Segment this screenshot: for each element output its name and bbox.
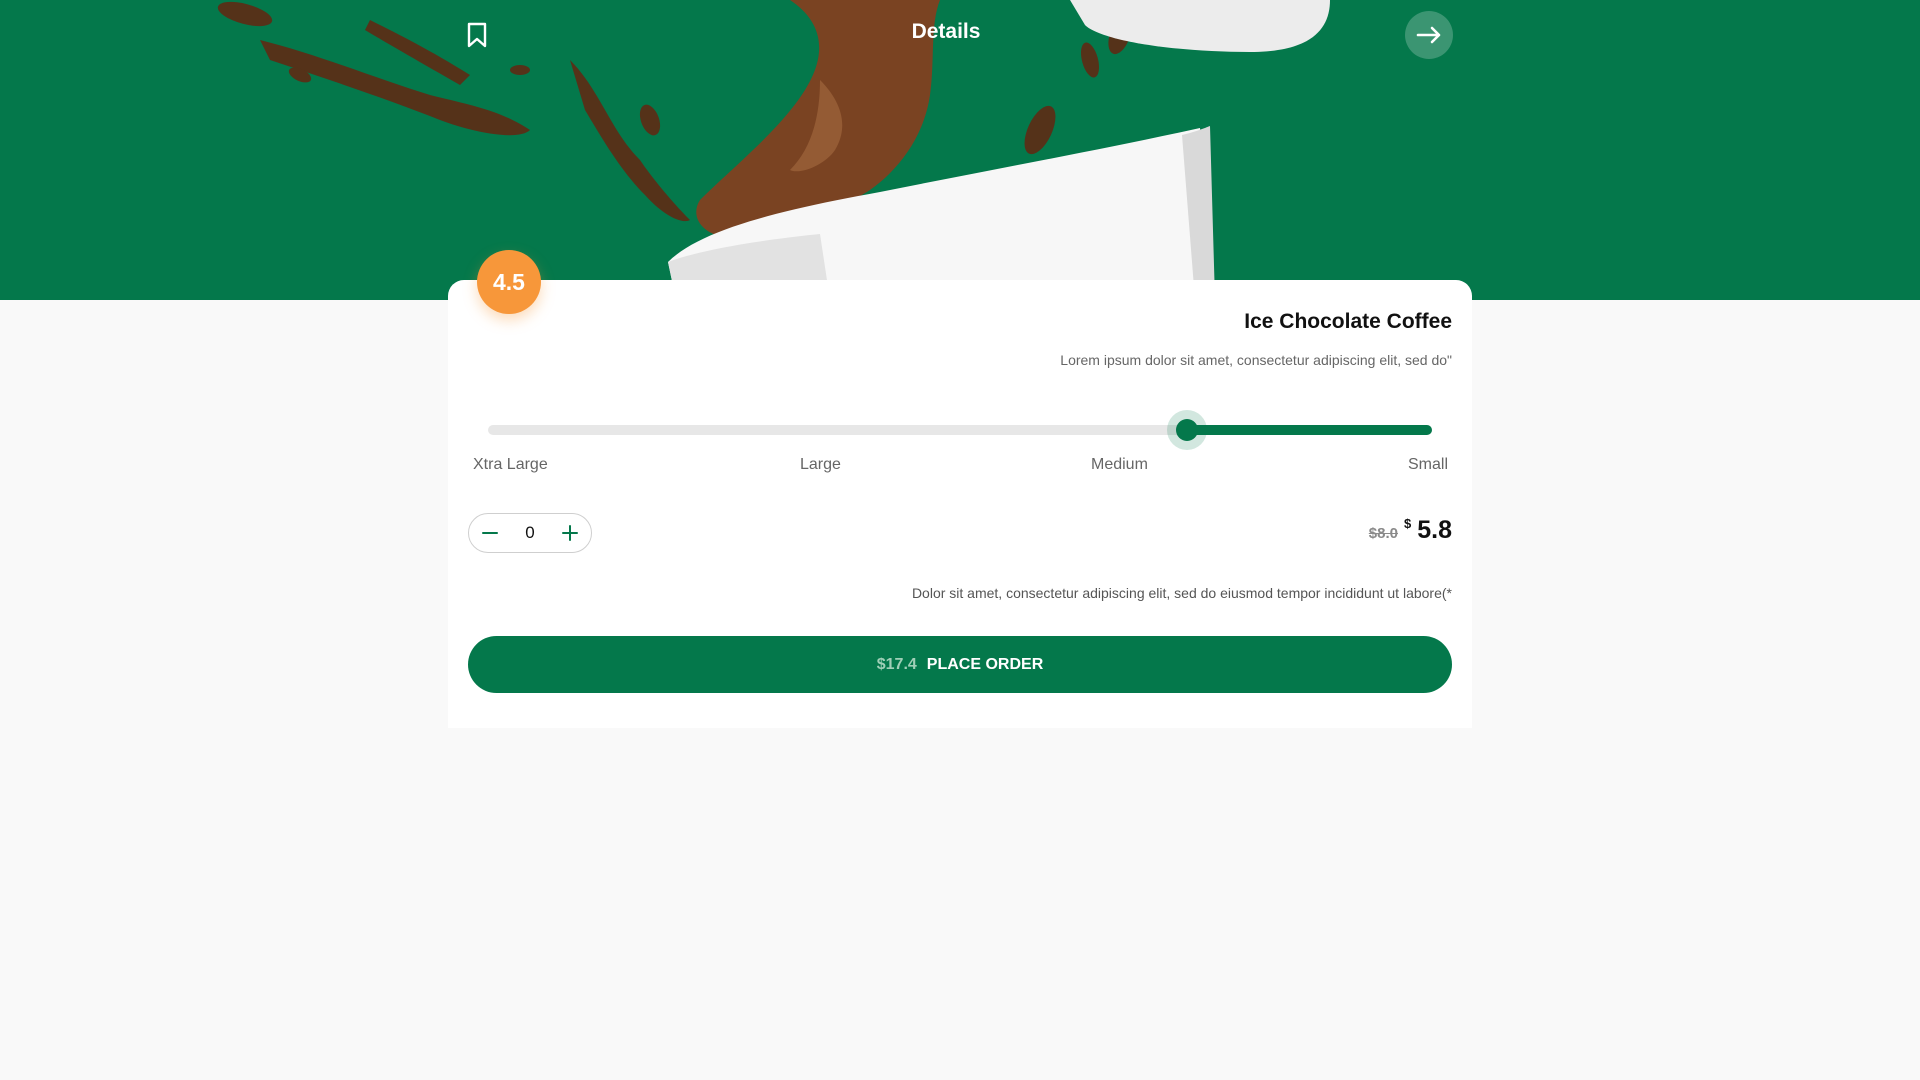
coffee-splash-image [217,0,1330,300]
place-order-button[interactable]: $17.4 PLACE ORDER [468,636,1452,693]
rating-badge: 4.5 [477,250,541,314]
current-price: 5.8 [1417,516,1452,544]
place-order-label: PLACE ORDER [926,655,1044,673]
slider-fill [1186,425,1432,435]
size-option-small[interactable]: Small [1408,456,1448,474]
increment-button[interactable] [557,520,583,546]
arrow-right-icon [1416,26,1441,44]
product-note: Dolor sit amet, consectetur adipiscing e… [911,585,1452,601]
size-option-large[interactable]: Large [800,456,841,474]
slider-thumb[interactable] [1175,419,1198,441]
page-title: Details [911,20,981,43]
size-slider[interactable] [488,418,1432,442]
quantity-stepper: 0 [468,513,592,553]
currency-symbol: $ [1404,516,1412,531]
old-price: $8.0 [1368,525,1398,542]
plus-icon [562,525,578,541]
decrement-button[interactable] [477,520,503,546]
product-name: Ice Chocolate Coffee [1244,310,1452,333]
size-option-xtra-large[interactable]: Xtra Large [473,456,548,474]
product-card: Ice Chocolate Coffee Lorem ipsum dolor s… [448,280,1472,728]
price: $8.0 $ 5.8 [1369,516,1452,545]
minus-icon [482,532,498,534]
order-total: $17.4 [876,655,917,673]
product-description: Lorem ipsum dolor sit amet, consectetur … [1060,352,1452,368]
hero-banner: Details [0,0,1920,300]
quantity-value: 0 [525,523,535,542]
forward-button[interactable] [1405,11,1453,59]
size-option-medium[interactable]: Medium [1091,456,1148,474]
